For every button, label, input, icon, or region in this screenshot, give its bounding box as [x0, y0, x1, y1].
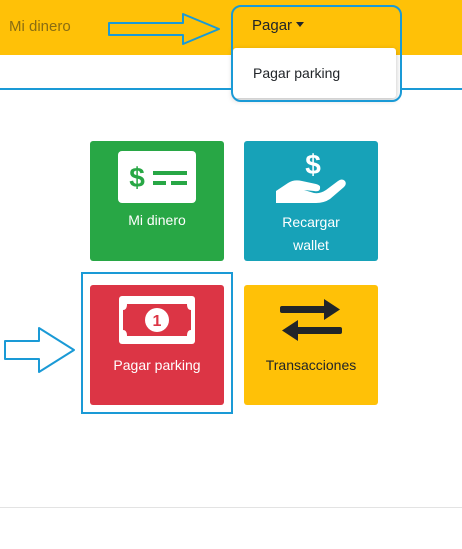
- card-label: Recargar: [282, 214, 340, 230]
- hand-holding-dollar-icon: $: [276, 149, 346, 203]
- svg-text:$: $: [305, 149, 321, 180]
- annotation-line: [0, 88, 232, 90]
- navbar-brand[interactable]: Mi dinero: [9, 18, 71, 35]
- annotation-highlight-box: [231, 5, 402, 102]
- card-mi-dinero[interactable]: $ Mi dinero: [90, 141, 224, 261]
- annotation-arrow-icon: [108, 13, 220, 45]
- exchange-arrows-icon: [280, 299, 342, 341]
- money-check-icon: $: [118, 151, 196, 203]
- annotation-line: [402, 88, 462, 90]
- card-label: wallet: [293, 237, 329, 253]
- card-label: Transacciones: [265, 357, 357, 373]
- card-label: Mi dinero: [128, 212, 186, 228]
- divider: [0, 507, 462, 508]
- card-recargar-wallet[interactable]: $ Recargar wallet: [244, 141, 378, 261]
- svg-text:$: $: [129, 162, 145, 193]
- annotation-arrow-icon: [4, 327, 75, 373]
- card-transacciones[interactable]: Transacciones: [244, 285, 378, 405]
- annotation-highlight-box: [81, 272, 233, 414]
